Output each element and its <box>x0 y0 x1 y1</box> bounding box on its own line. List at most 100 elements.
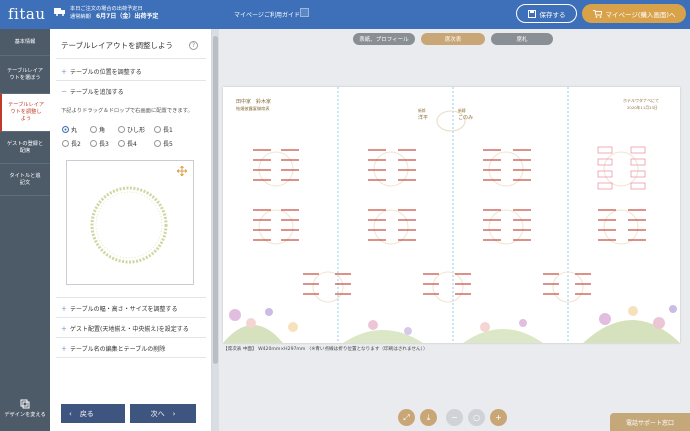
accordion-position[interactable]: ＋テーブルの位置を調整する <box>61 67 142 76</box>
radio-icon <box>154 140 161 147</box>
zoom-in-icon[interactable]: + <box>490 409 507 426</box>
help-icon[interactable]: ? <box>189 41 198 50</box>
sidebar-item-label: タイトルと追記文 <box>9 172 41 186</box>
sidebar: 基本情報 テーブルレイアウトを選ぼう テーブルレイアウトを調整しよう ゲストの登… <box>0 29 50 431</box>
download-icon[interactable]: ⤓ <box>420 409 437 426</box>
next-button[interactable]: 次へ › <box>130 404 196 423</box>
chart-subtitle: 結婚披露宴御席表 <box>236 106 270 111</box>
chevron-right-icon: › <box>172 409 176 418</box>
mypage-purchase-label: マイページ(購入画面)へ <box>605 10 676 19</box>
delivery-info: 本日ご注文の場合の出荷予定日 通常納期 6月7日（金）出荷予定 <box>70 5 158 21</box>
radio-icon <box>62 140 69 147</box>
radio-label: 長3 <box>99 141 109 148</box>
accordion-label: テーブルを追加する <box>70 89 124 96</box>
tab-seating-chart[interactable]: 席次表 <box>421 33 485 45</box>
mypage-purchase-button[interactable]: マイページ(購入画面)へ <box>582 4 686 23</box>
divider <box>56 337 206 338</box>
sidebar-item-adjust-layout[interactable]: テーブルレイアウトを調整しよう <box>0 94 50 132</box>
tab-label: 席札 <box>516 37 528 43</box>
divider <box>56 58 206 59</box>
accordion-label: テーブル名の編集とテーブルの削除 <box>70 346 166 353</box>
hotel-name: ホテルワタナベにて <box>623 98 659 103</box>
delivery-line1: 本日ご注文の場合の出荷予定日 <box>70 6 143 12</box>
shape-radio-long3[interactable]: 長3 <box>90 139 109 148</box>
tab-label: 表紙、プロフィール <box>359 37 409 43</box>
delivery-date: 6月7日（金）出荷予定 <box>95 13 159 20</box>
radio-label: 長5 <box>163 141 173 148</box>
shape-radio-square[interactable]: 角 <box>90 125 105 134</box>
tab-place-cards[interactable]: 席札 <box>491 33 553 45</box>
tab-label: 席次表 <box>444 37 462 43</box>
accordion-label: テーブルの位置を調整する <box>70 69 142 76</box>
shape-radio-long1[interactable]: 長1 <box>154 125 173 134</box>
design-label: デザインを変える <box>4 412 46 418</box>
radio-label: ひし形 <box>127 127 146 134</box>
accordion-label: ゲスト配置(天地揃え・中央揃え)を設定する <box>70 326 189 333</box>
sidebar-item-label: テーブルレイアウトを選ぼう <box>6 67 43 81</box>
nav-mypage-link[interactable]: マイページ <box>234 10 264 19</box>
sidebar-item-label: ゲストの登録と配席 <box>6 140 44 154</box>
radio-icon <box>154 126 161 133</box>
shape-radio-long4[interactable]: 長4 <box>118 139 137 148</box>
round-table-preview[interactable] <box>67 161 195 286</box>
radio-label: 長2 <box>71 141 81 148</box>
minus-icon: － <box>61 89 68 96</box>
sidebar-item-choose-layout[interactable]: テーブルレイアウトを選ぼう <box>0 56 50 94</box>
groom-name: 洋平 <box>418 115 429 121</box>
divider <box>56 80 206 81</box>
seating-chart-preview[interactable]: 田中家 鈴木家 結婚披露宴御席表 新郎 洋平 新婦 このみ ホテルワタナベにて … <box>223 87 680 343</box>
save-button[interactable]: 保存する <box>516 4 577 23</box>
radio-icon <box>90 140 97 147</box>
accordion-align[interactable]: ＋ゲスト配置(天地揃え・中央揃え)を設定する <box>61 324 189 333</box>
back-label: 戻る <box>79 409 94 418</box>
delivery-label: 通常納期 <box>70 14 91 20</box>
divider <box>56 317 206 318</box>
save-label: 保存する <box>539 10 566 19</box>
radio-label: 角 <box>99 127 106 134</box>
panel-scrollbar[interactable] <box>212 29 219 431</box>
sidebar-item-guests[interactable]: ゲストの登録と配席 <box>0 132 50 164</box>
radio-label: 長4 <box>127 141 137 148</box>
sidebar-item-basic-info[interactable]: 基本情報 <box>0 29 50 56</box>
shape-radio-round[interactable]: 丸 <box>62 125 77 134</box>
nav-guide-link[interactable]: ご利用ガイド <box>264 10 300 19</box>
back-button[interactable]: ‹ 戻る <box>61 404 125 423</box>
accordion-size[interactable]: ＋テーブルの幅・高さ・サイズを調整する <box>61 304 177 313</box>
table-preview-canvas[interactable] <box>66 160 194 285</box>
fit-screen-icon[interactable]: ⤢ <box>398 409 415 426</box>
plus-icon: ＋ <box>61 306 68 313</box>
families-title: 田中家 鈴木家 <box>236 99 272 105</box>
scrollbar-thumb[interactable] <box>213 36 218 364</box>
event-date: 2020年11月23日 <box>627 105 658 110</box>
accordion-add-table[interactable]: －テーブルを追加する <box>61 87 124 96</box>
sidebar-item-label: テーブルレイアウトを調整しよう <box>8 102 45 122</box>
design-change-button[interactable]: デザインを変える <box>0 395 50 431</box>
bride-name: このみ <box>458 115 474 121</box>
app-header: fitau 本日ご注文の場合の出荷予定日 通常納期 6月7日（金）出荷予定 マイ… <box>0 0 690 29</box>
save-icon <box>527 9 536 18</box>
print-note: 【席次表 中面】 W420mm×H297mm 〈※青い点線は折り位置となります（… <box>223 347 428 352</box>
plus-icon: ＋ <box>61 69 68 76</box>
header-checkbox[interactable] <box>300 8 309 17</box>
radio-label: 長1 <box>163 127 173 134</box>
sidebar-item-label: 基本情報 <box>14 38 36 45</box>
shape-radio-long2[interactable]: 長2 <box>62 139 81 148</box>
tab-cover-profile[interactable]: 表紙、プロフィール <box>353 33 415 45</box>
shape-radio-diamond[interactable]: ひし形 <box>118 125 145 134</box>
zoom-out-icon[interactable]: − <box>446 409 463 426</box>
radio-icon <box>90 126 97 133</box>
design-icon <box>20 399 30 409</box>
phone-support-button[interactable]: 電話サポート窓口 <box>610 413 690 431</box>
sidebar-item-title[interactable]: タイトルと追記文 <box>0 164 50 196</box>
accordion-table-name[interactable]: ＋テーブル名の編集とテーブルの削除 <box>61 344 165 353</box>
shape-radio-long5[interactable]: 長5 <box>154 139 173 148</box>
accordion-label: テーブルの幅・高さ・サイズを調整する <box>70 306 178 313</box>
plus-icon: ＋ <box>61 326 68 333</box>
next-label: 次へ <box>150 409 165 418</box>
panel-title: テーブルレイアウトを調整しよう <box>61 41 174 50</box>
radio-label: 丸 <box>71 127 78 134</box>
zoom-reset-icon[interactable]: ○ <box>468 409 485 426</box>
seating-layout-svg[interactable] <box>223 87 680 343</box>
radio-icon <box>118 126 125 133</box>
move-icon[interactable] <box>177 166 187 176</box>
